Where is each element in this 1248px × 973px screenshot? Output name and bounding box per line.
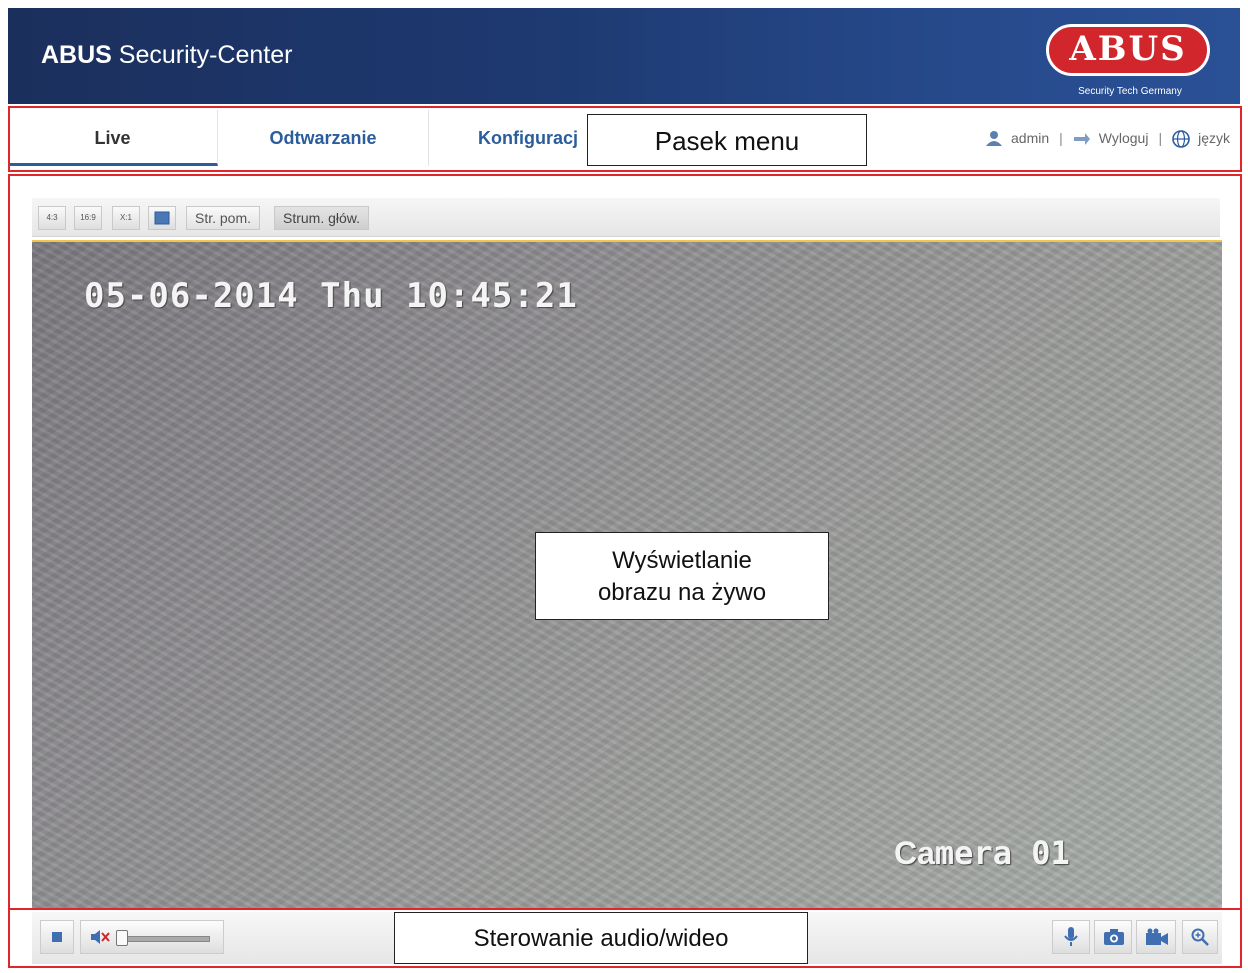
fill-screen-icon xyxy=(154,211,170,225)
live-view-callout-line1: Wyświetlanie xyxy=(612,547,752,574)
user-icon xyxy=(985,130,1003,146)
osd-timestamp: 05-06-2014 Thu 10:45:21 xyxy=(84,276,578,316)
video-record-icon xyxy=(1146,928,1168,945)
snapshot-button[interactable] xyxy=(1094,920,1132,954)
tab-playback[interactable]: Odtwarzanie xyxy=(218,110,429,166)
speaker-mute-icon xyxy=(91,930,110,944)
app-title-brand: ABUS xyxy=(41,41,112,69)
volume-slider-handle[interactable] xyxy=(116,930,128,946)
menu-bar-callout: Pasek menu xyxy=(587,114,867,166)
logout-icon xyxy=(1073,130,1091,146)
av-controls-callout: Sterowanie audio/wideo xyxy=(394,912,808,964)
app-header: ABUS Security-Center ABUS Security Tech … xyxy=(8,8,1240,104)
tab-live[interactable]: Live xyxy=(8,110,218,166)
language-link[interactable]: język xyxy=(1198,130,1230,146)
stop-icon xyxy=(52,932,62,942)
separator: | xyxy=(1059,130,1063,146)
aspect-16-9-button[interactable]: 16:9 xyxy=(74,206,102,230)
main-stream-button[interactable]: Strum. głów. xyxy=(274,206,370,230)
volume-slider-track[interactable] xyxy=(120,936,210,942)
osd-camera-name-prefix: Ca xyxy=(894,835,935,871)
camera-icon xyxy=(1104,929,1124,945)
aspect-original-button[interactable]: X:1 xyxy=(112,206,140,230)
osd-camera-name-suffix: mera 01 xyxy=(934,834,1070,872)
osd-camera-name: Camera 01 xyxy=(894,834,1070,872)
username-label: admin xyxy=(1011,130,1050,146)
stop-button[interactable] xyxy=(40,920,74,954)
microphone-icon xyxy=(1064,927,1078,946)
digital-zoom-button[interactable] xyxy=(1182,920,1218,954)
user-bar: admin | Wyloguj | język xyxy=(985,130,1230,148)
auto-fill-button[interactable] xyxy=(148,206,176,230)
microphone-button[interactable] xyxy=(1052,920,1090,954)
logo-tagline: Security Tech Germany xyxy=(1078,86,1182,97)
abus-logo: ABUS Security Tech Germany xyxy=(1046,24,1214,97)
zoom-icon xyxy=(1191,928,1209,946)
globe-icon xyxy=(1172,130,1190,148)
app-title: ABUS Security-Center xyxy=(41,41,292,70)
sub-stream-button[interactable]: Str. pom. xyxy=(186,206,261,230)
live-view-callout-line2: obrazu na żywo xyxy=(597,579,767,606)
record-button[interactable] xyxy=(1136,920,1176,954)
live-view-callout: Wyświetlanie obrazu na żywo xyxy=(535,532,829,620)
aspect-4-3-button[interactable]: 4:3 xyxy=(38,206,66,230)
app-title-product: Security-Center xyxy=(111,41,293,69)
logo-wordmark: ABUS xyxy=(1069,29,1187,69)
separator: | xyxy=(1158,130,1163,146)
view-toolbar: 4:3 16:9 X:1 Str. pom. Strum. głów. xyxy=(32,198,1220,237)
logout-link[interactable]: Wyloguj xyxy=(1099,130,1149,146)
